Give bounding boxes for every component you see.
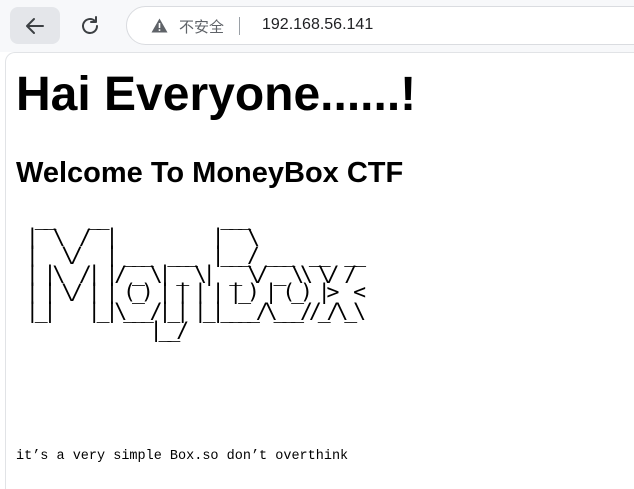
security-status-label[interactable]: 不安全 (179, 16, 224, 37)
page-heading: Hai Everyone......! (16, 68, 417, 121)
separator (239, 17, 240, 35)
page-subheading: Welcome To MoneyBox CTF (16, 157, 404, 189)
address-bar[interactable]: 不安全 192.168.56.141 (126, 6, 634, 45)
back-button[interactable] (10, 7, 60, 44)
browser-toolbar: 不安全 192.168.56.141 (0, 0, 634, 52)
ascii-art-logo: __ __ ___ | \ / | | \ | \/ | ___ ___ |__… (25, 206, 366, 343)
arrow-left-icon (26, 17, 44, 34)
warning-triangle-icon[interactable] (151, 18, 168, 33)
hint-text: it’s a very simple Box.so don’t overthin… (16, 449, 349, 464)
url-text[interactable]: 192.168.56.141 (262, 16, 373, 34)
reload-button[interactable] (65, 7, 115, 44)
reload-icon (82, 15, 98, 34)
